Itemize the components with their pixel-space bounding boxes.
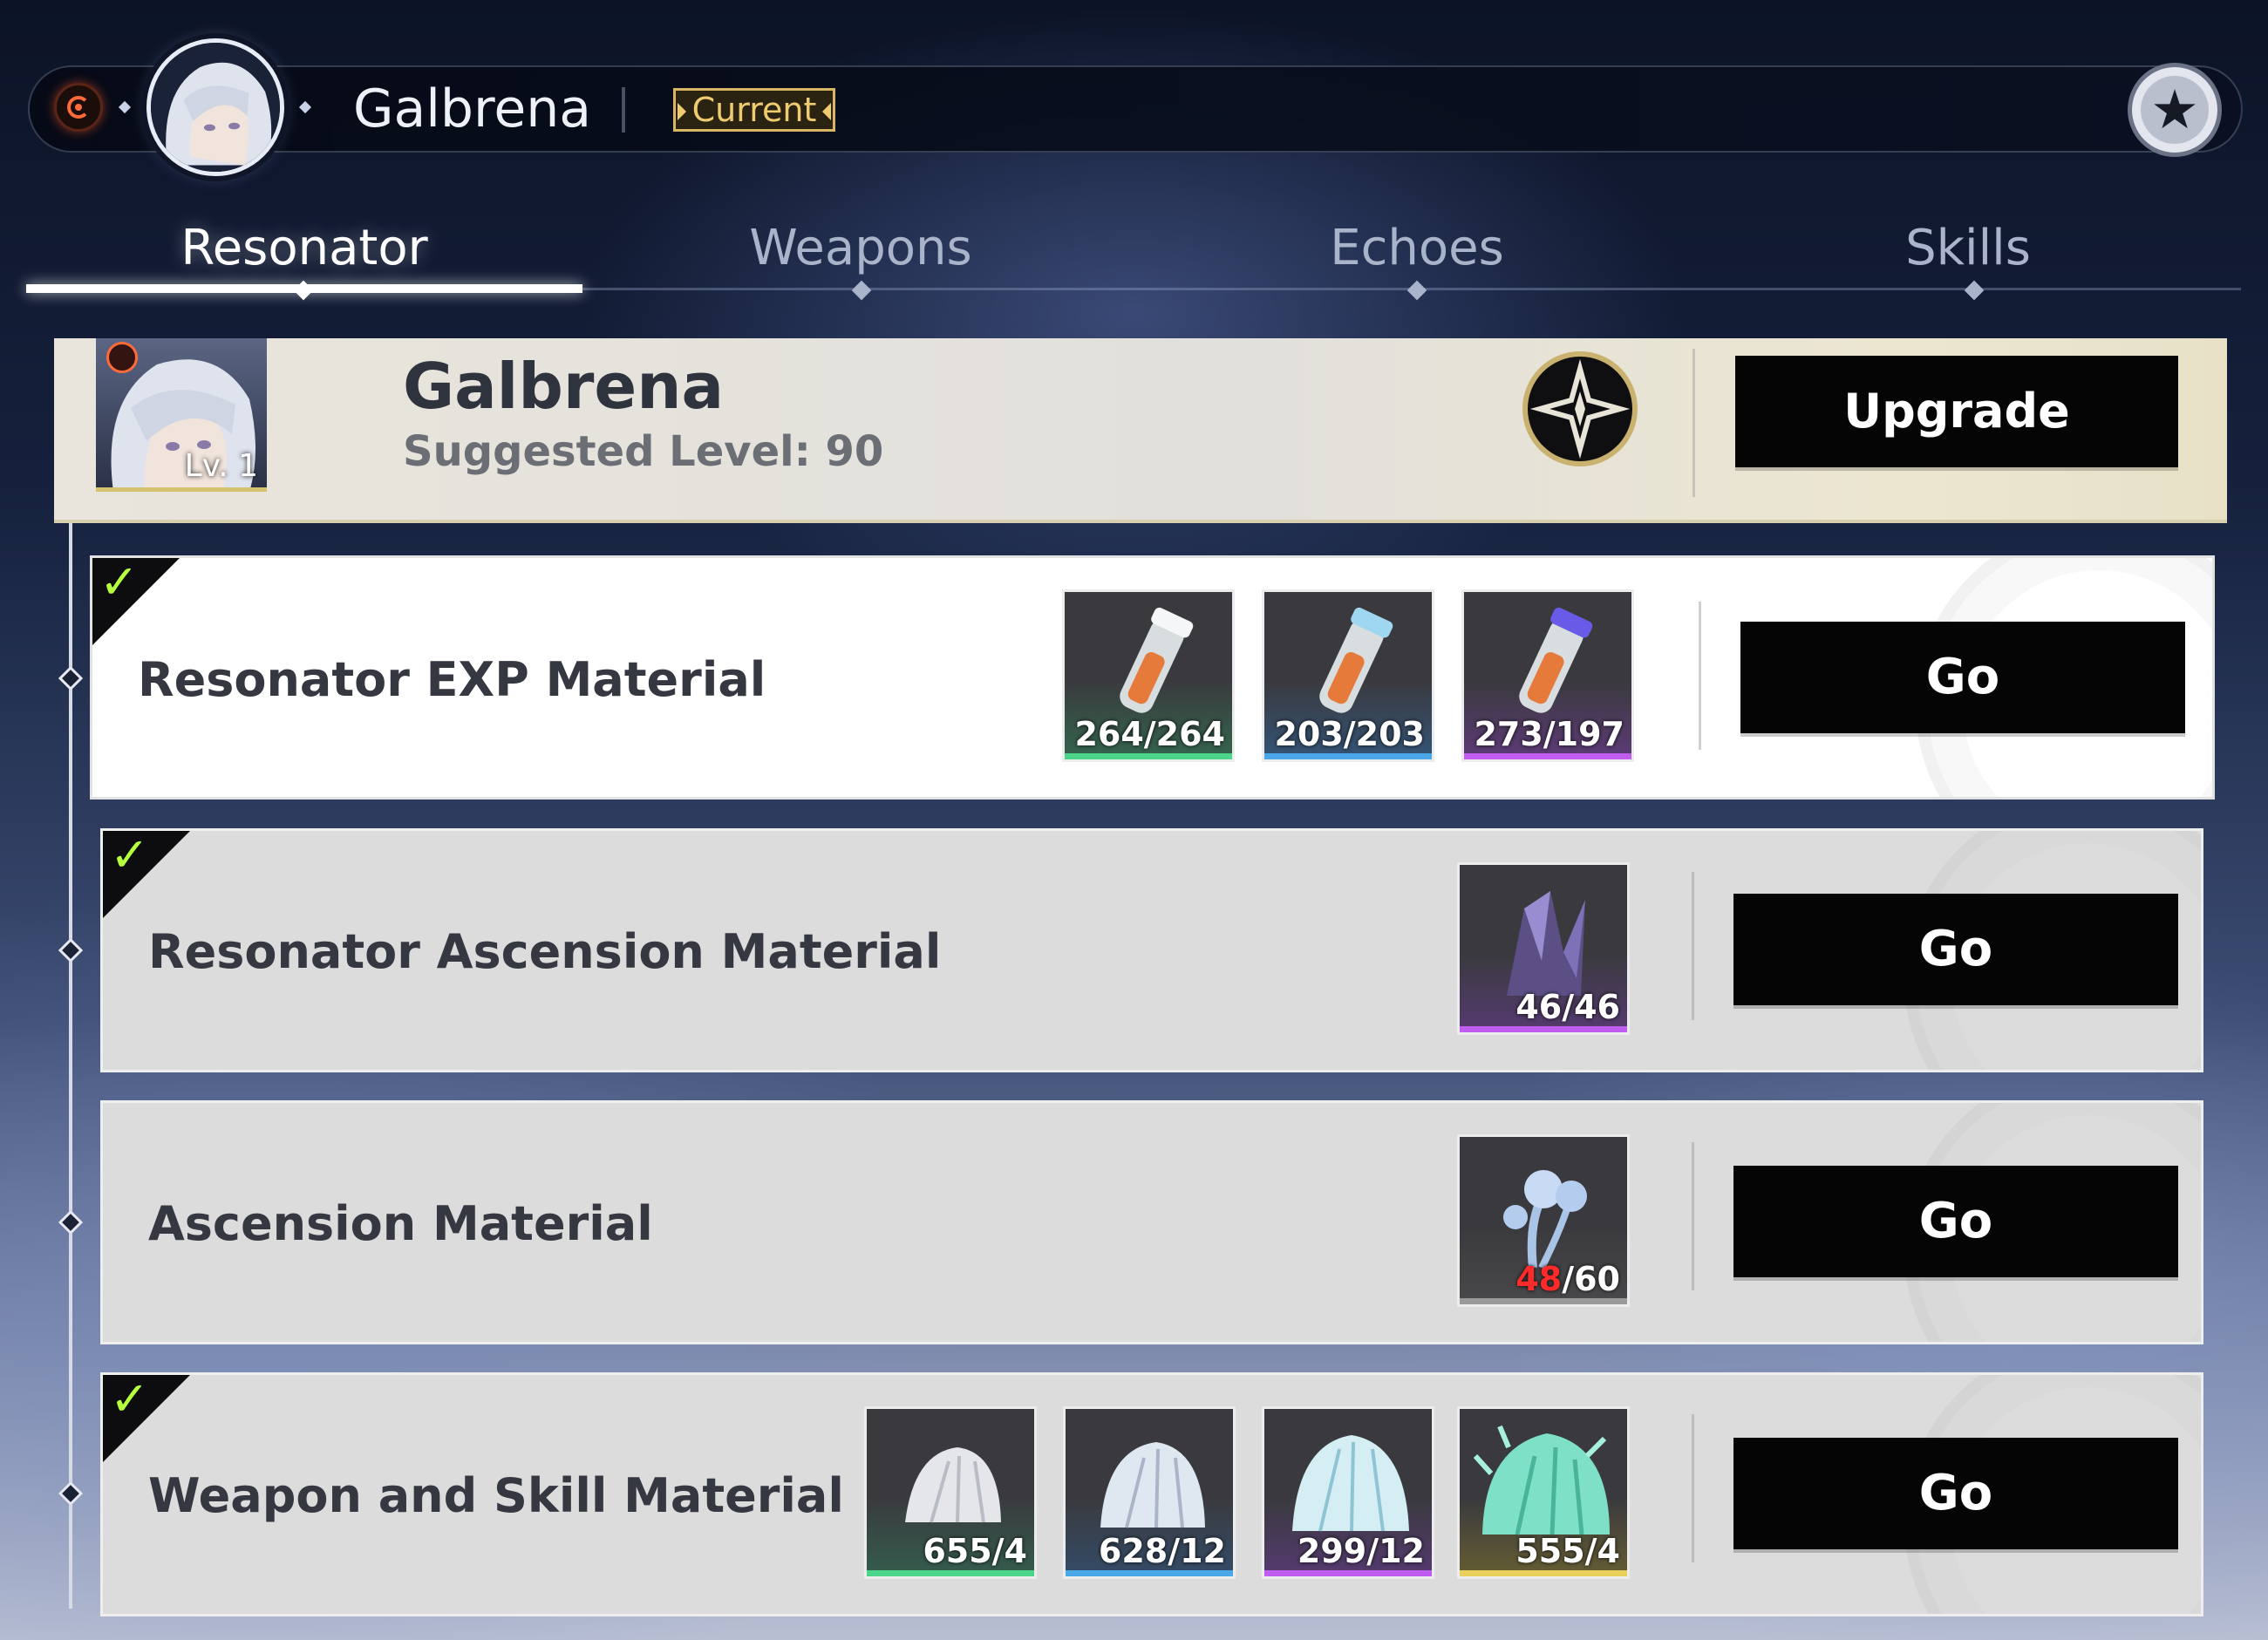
exp-vial-icon [1319, 607, 1393, 713]
tab-resonator[interactable]: Resonator [26, 209, 582, 288]
spiked-shell-icon [1474, 1425, 1610, 1535]
material-item[interactable]: 203/203 [1262, 589, 1434, 762]
rarity-bar [1460, 1570, 1627, 1576]
rarity-bar [1264, 753, 1432, 759]
material-item[interactable]: 264/264 [1062, 589, 1235, 762]
level-badge: Lv. 1 [184, 448, 258, 484]
upgrade-button[interactable]: Upgrade [1735, 356, 2178, 467]
material-amount: 48/60 [1515, 1260, 1620, 1298]
material-amount: 555/4 [1515, 1532, 1620, 1570]
material-label: Resonator Ascension Material [148, 924, 942, 979]
suggested-level: Suggested Level: 90 [403, 427, 884, 476]
header-divider [622, 87, 625, 133]
rarity-bar [1065, 753, 1232, 759]
card-divider [1692, 1414, 1694, 1562]
card-divider [1692, 872, 1694, 1020]
resonator-thumbnail: Lv. 1 [96, 338, 267, 492]
fusion-element-icon [106, 342, 138, 373]
card-divider [1692, 1142, 1694, 1290]
material-amount: 655/4 [923, 1532, 1027, 1570]
rarity-bar [1460, 1026, 1627, 1032]
material-item[interactable]: 299/12 [1262, 1406, 1434, 1579]
rarity-bar [1066, 1570, 1233, 1576]
compass-star-icon[interactable] [1522, 351, 1638, 466]
flower-icon [1503, 1170, 1587, 1269]
rarity-bar [1464, 753, 1631, 759]
star-icon: ★ [2150, 78, 2199, 141]
check-icon: ✓ [99, 555, 140, 609]
material-label: Weapon and Skill Material [148, 1468, 844, 1523]
material-amount: 628/12 [1098, 1532, 1226, 1570]
shell-icon [1100, 1442, 1205, 1528]
material-item[interactable]: 273/197 [1461, 589, 1634, 762]
crystal-claw-icon [1507, 891, 1585, 996]
panel-divider [1692, 349, 1695, 497]
go-button[interactable]: Go [1733, 1166, 2178, 1277]
exp-vial-icon [1519, 607, 1593, 713]
rarity-bar [867, 1570, 1034, 1576]
shell-icon [1292, 1435, 1409, 1532]
go-button[interactable]: Go [1733, 1438, 2178, 1549]
material-item[interactable]: 628/12 [1063, 1406, 1236, 1579]
go-button[interactable]: Go [1733, 894, 2178, 1005]
material-amount: 46/46 [1515, 988, 1620, 1026]
favorite-button[interactable]: ★ [2128, 63, 2222, 157]
timeline-node [58, 937, 84, 963]
check-icon: ✓ [110, 828, 150, 882]
material-item[interactable]: 46/46 [1457, 862, 1630, 1035]
fusion-element-icon [54, 83, 103, 132]
tab-echoes[interactable]: Echoes [1139, 209, 1695, 288]
material-item[interactable]: 555/4 [1457, 1406, 1630, 1579]
material-amount: 273/197 [1474, 715, 1624, 753]
current-badge: Current [673, 88, 835, 132]
character-avatar[interactable] [146, 38, 284, 176]
material-item[interactable]: 655/4 [864, 1406, 1037, 1579]
timeline-node [58, 1480, 84, 1507]
material-label: Ascension Material [148, 1196, 653, 1251]
tab-weapons[interactable]: Weapons [582, 209, 1139, 288]
character-name: Galbrena [353, 78, 592, 140]
tab-skills[interactable]: Skills [1695, 209, 2241, 288]
go-button[interactable]: Go [1740, 622, 2185, 733]
material-amount: 299/12 [1297, 1532, 1425, 1570]
shell-icon [905, 1447, 1001, 1523]
rarity-bar [1460, 1298, 1627, 1304]
timeline-node [58, 1209, 84, 1235]
material-item[interactable]: 48/60 [1457, 1134, 1630, 1307]
card-divider [1699, 602, 1701, 750]
material-amount: 264/264 [1074, 715, 1225, 753]
panel-character-name: Galbrena [403, 350, 725, 423]
tab-bar: Resonator Weapons Echoes Skills [26, 209, 2241, 305]
character-portrait [151, 43, 280, 172]
material-label: Resonator EXP Material [138, 652, 766, 707]
material-amount: 203/203 [1274, 715, 1425, 753]
check-icon: ✓ [110, 1372, 150, 1426]
emblem-glyph [1529, 358, 1631, 459]
timeline-node [58, 665, 84, 691]
rarity-bar [1264, 1570, 1432, 1576]
exp-vial-icon [1120, 607, 1194, 713]
